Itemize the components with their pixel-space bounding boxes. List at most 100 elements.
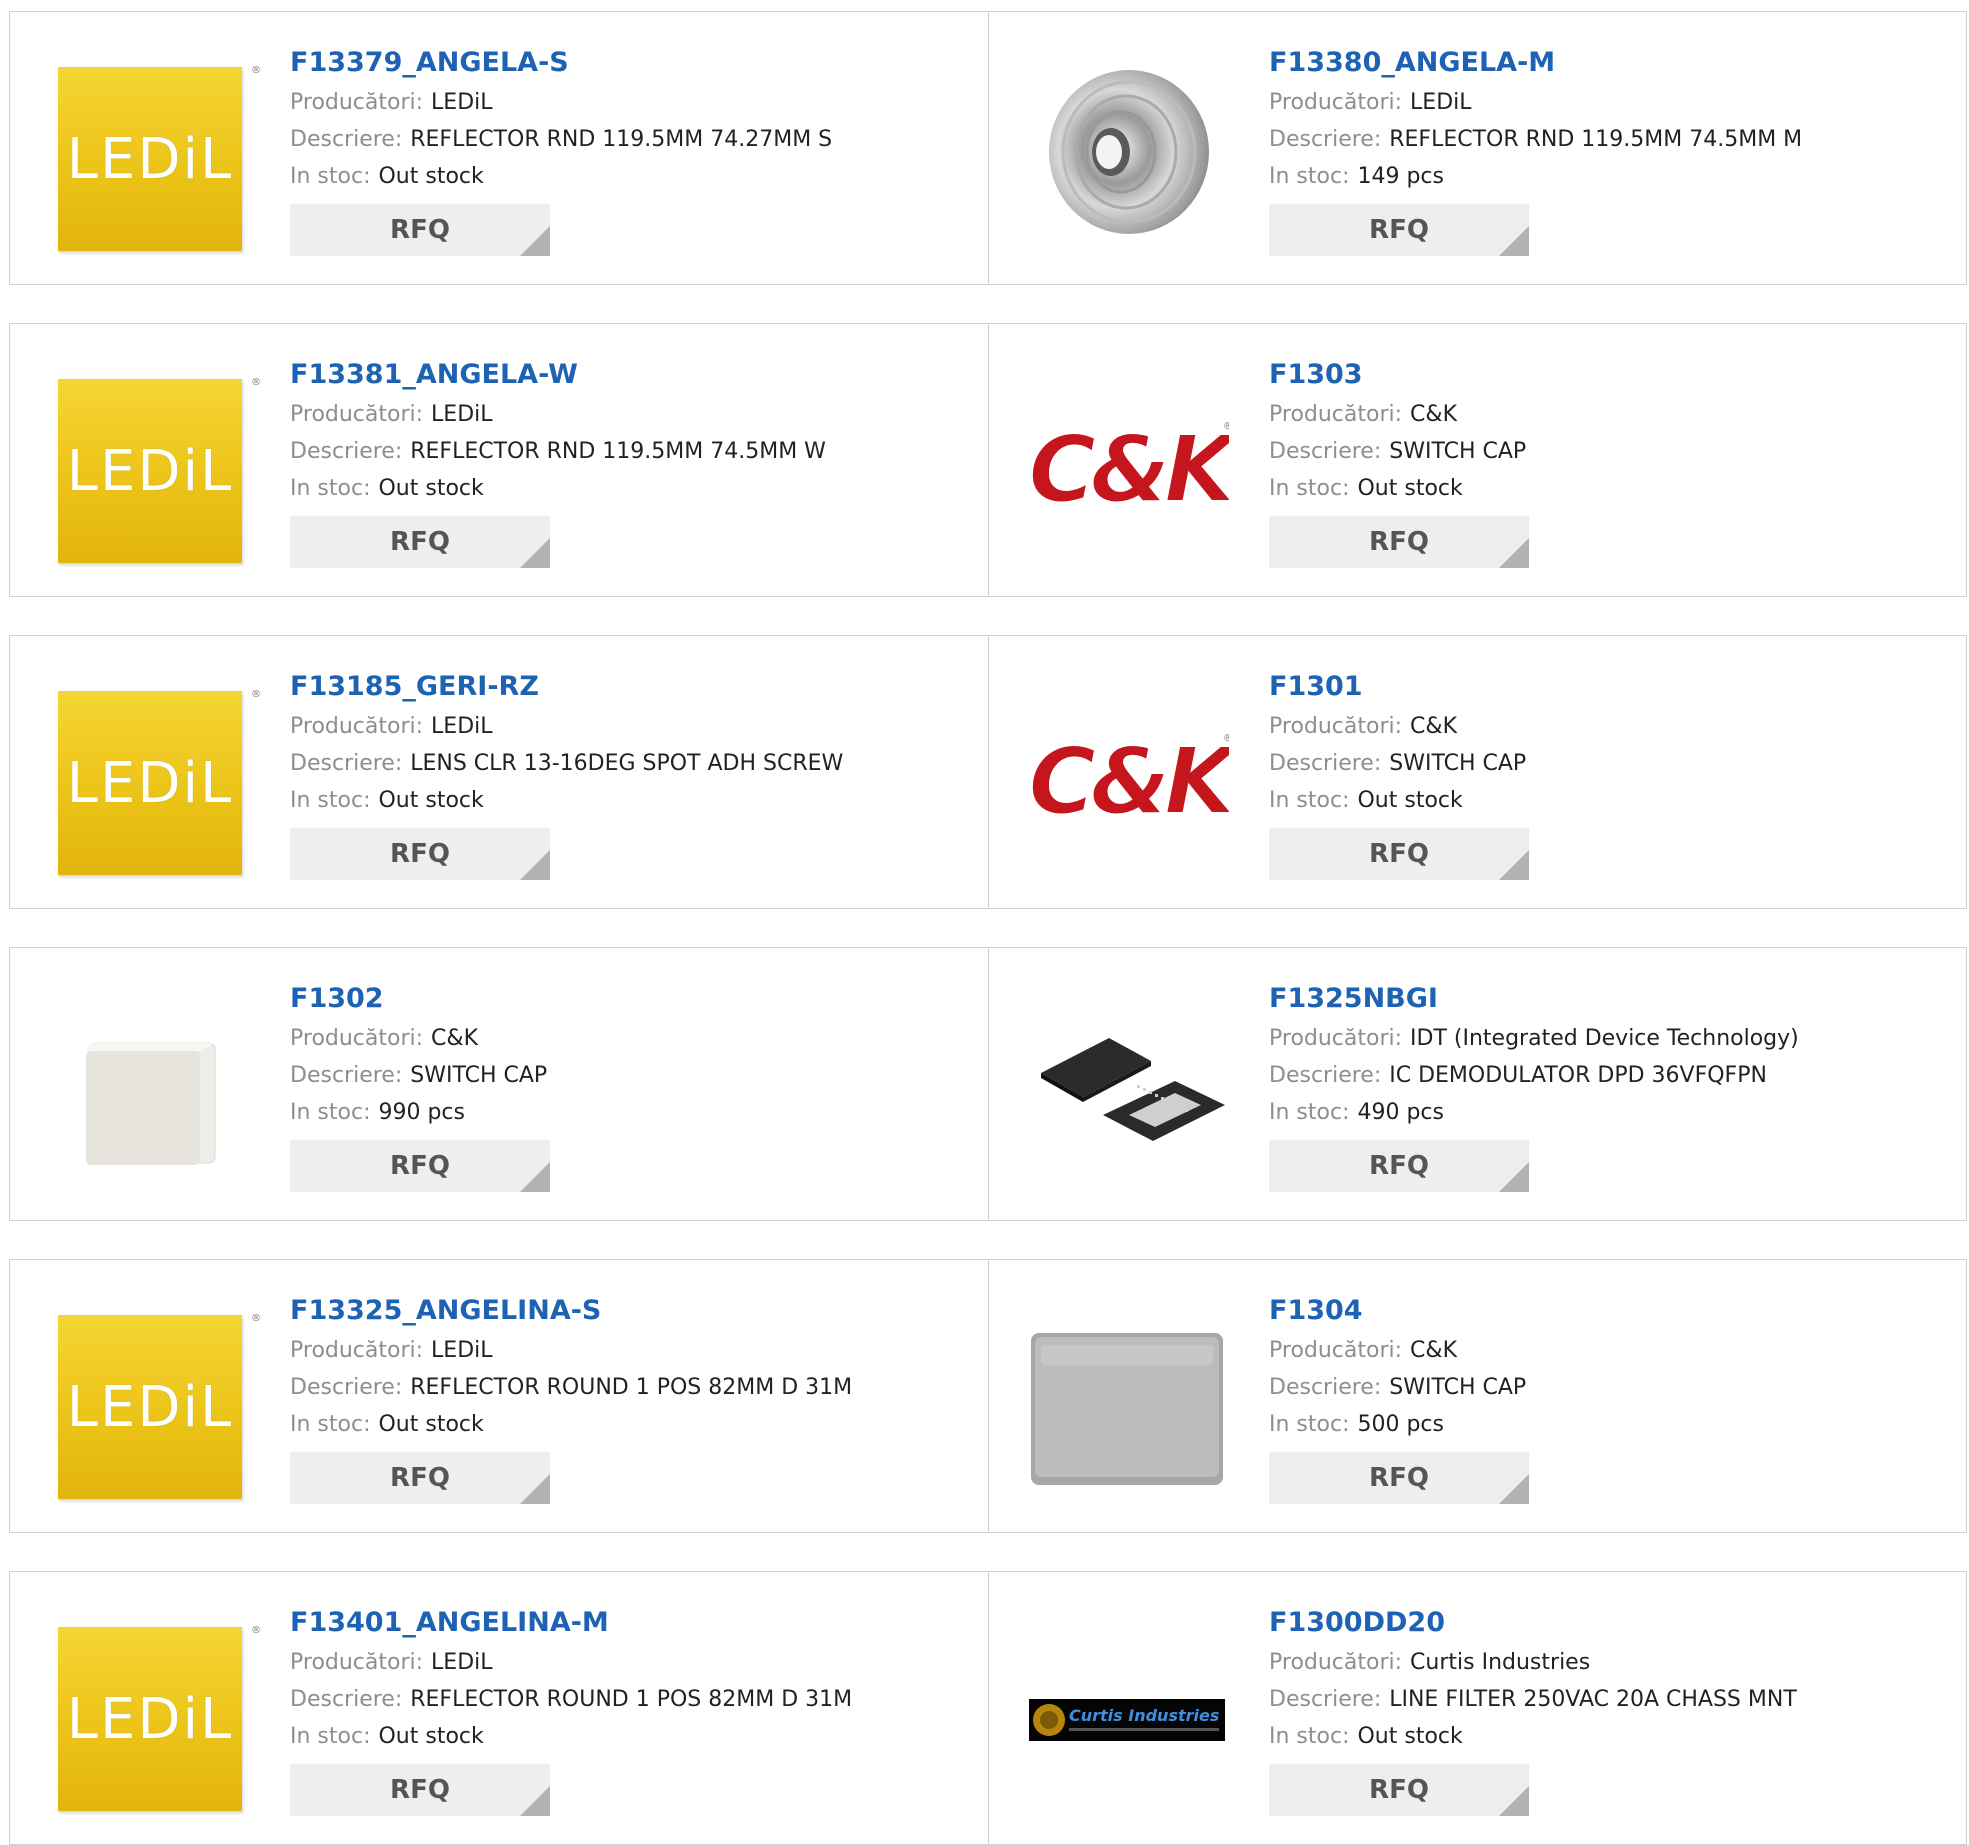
- rfq-button[interactable]: RFQ: [290, 1764, 550, 1816]
- rfq-button[interactable]: RFQ: [290, 828, 550, 880]
- manufacturer-label: Producători:: [290, 402, 424, 427]
- product-row: LEDiL ® F13185_GERI-RZ Producători: LEDiL …: [9, 635, 1967, 909]
- stock-line: In stoc: Out stock: [290, 782, 978, 819]
- manufacturer-line: Producători: LEDiL: [290, 84, 978, 121]
- rfq-button-label: RFQ: [1369, 1463, 1429, 1493]
- ledil-logo[interactable]: LEDiL ®: [50, 57, 261, 251]
- manufacturer-label: Producători:: [290, 1026, 424, 1051]
- part-number-link[interactable]: F13325_ANGELINA-S: [290, 1292, 978, 1332]
- stock-label: In stoc:: [290, 1412, 371, 1437]
- qfn-chip-photo[interactable]: [1029, 993, 1229, 1183]
- rfq-button[interactable]: RFQ: [1269, 1764, 1529, 1816]
- product-card: F13380_ANGELA-M Producători: LEDiL Descri…: [988, 12, 1966, 284]
- description-value: REFLECTOR RND 119.5MM 74.5MM M: [1389, 127, 1803, 152]
- rfq-button[interactable]: RFQ: [1269, 1452, 1529, 1504]
- part-number-link[interactable]: F13380_ANGELA-M: [1269, 44, 1956, 84]
- corner-triangle-icon: [1499, 1786, 1529, 1816]
- rfq-button-label: RFQ: [390, 215, 450, 245]
- rfq-button-label: RFQ: [390, 1775, 450, 1805]
- product-info: F13185_GERI-RZ Producători: LEDiL Descrie…: [290, 668, 978, 884]
- manufacturer-value: LEDiL: [431, 402, 493, 427]
- reflector-photo[interactable]: [1029, 57, 1229, 247]
- product-info: F13325_ANGELINA-S Producători: LEDiL Desc…: [290, 1292, 978, 1508]
- product-card: F1304 Producători: C&K Descriere: SWITCH C…: [988, 1260, 1966, 1532]
- rfq-button[interactable]: RFQ: [290, 1452, 550, 1504]
- description-value: REFLECTOR RND 119.5MM 74.27MM S: [410, 127, 833, 152]
- ledil-logo[interactable]: LEDiL ®: [50, 681, 261, 875]
- stock-value: Out stock: [378, 164, 484, 189]
- part-number-link[interactable]: F13185_GERI-RZ: [290, 668, 978, 708]
- ck-logo[interactable]: C&K ®: [1029, 681, 1229, 871]
- stock-label: In stoc:: [1269, 1724, 1350, 1749]
- rfq-button[interactable]: RFQ: [1269, 1140, 1529, 1192]
- white-cap-photo[interactable]: [50, 993, 250, 1183]
- curtis-logo[interactable]: Curtis Industries: [1029, 1617, 1229, 1807]
- description-line: Descriere: REFLECTOR RND 119.5MM 74.5MM W: [290, 433, 978, 470]
- description-line: Descriere: SWITCH CAP: [1269, 745, 1956, 782]
- manufacturer-line: Producători: LEDiL: [290, 708, 978, 745]
- manufacturer-value: Curtis Industries: [1410, 1650, 1591, 1675]
- stock-value: Out stock: [378, 1412, 484, 1437]
- description-value: REFLECTOR RND 119.5MM 74.5MM W: [410, 439, 826, 464]
- corner-triangle-icon: [1499, 1474, 1529, 1504]
- part-number-link[interactable]: F13379_ANGELA-S: [290, 44, 978, 84]
- rfq-button[interactable]: RFQ: [1269, 516, 1529, 568]
- corner-triangle-icon: [520, 1162, 550, 1192]
- grey-cap-photo[interactable]: [1029, 1305, 1229, 1495]
- rfq-button-label: RFQ: [1369, 839, 1429, 869]
- product-card: C&K ® F1301 Producători: C&K Descriere: SWI…: [988, 636, 1966, 908]
- description-line: Descriere: REFLECTOR ROUND 1 POS 82MM D 3…: [290, 1369, 978, 1406]
- part-number-link[interactable]: F1300DD20: [1269, 1604, 1956, 1644]
- stock-line: In stoc: Out stock: [1269, 1718, 1956, 1755]
- part-number-link[interactable]: F13401_ANGELINA-M: [290, 1604, 978, 1644]
- stock-label: In stoc:: [1269, 1100, 1350, 1125]
- part-number-link[interactable]: F13381_ANGELA-W: [290, 356, 978, 396]
- white-cap-picture: [86, 1042, 216, 1165]
- part-number-link[interactable]: F1304: [1269, 1292, 1956, 1332]
- manufacturer-label: Producători:: [1269, 1026, 1403, 1051]
- manufacturer-value: LEDiL: [431, 90, 493, 115]
- ck-logo[interactable]: C&K ®: [1029, 369, 1229, 559]
- ledil-logo[interactable]: LEDiL ®: [50, 1617, 261, 1811]
- part-number-link[interactable]: F1301: [1269, 668, 1956, 708]
- ledil-logo-tile: LEDiL: [58, 379, 242, 563]
- registered-mark-icon: ®: [251, 65, 261, 76]
- description-line: Descriere: IC DEMODULATOR DPD 36VFQFPN: [1269, 1057, 1956, 1094]
- description-line: Descriere: LENS CLR 13-16DEG SPOT ADH SCR…: [290, 745, 978, 782]
- part-number-link[interactable]: F1302: [290, 980, 978, 1020]
- ck-logo-svg: C&K®: [1029, 727, 1229, 831]
- description-label: Descriere:: [290, 1375, 403, 1400]
- rfq-button[interactable]: RFQ: [290, 204, 550, 256]
- rfq-button[interactable]: RFQ: [1269, 828, 1529, 880]
- rfq-button[interactable]: RFQ: [290, 516, 550, 568]
- part-number-link[interactable]: F1325NBGI: [1269, 980, 1956, 1020]
- manufacturer-label: Producători:: [290, 90, 424, 115]
- description-line: Descriere: SWITCH CAP: [290, 1057, 978, 1094]
- product-grid: LEDiL ® F13379_ANGELA-S Producători: LEDiL…: [9, 11, 1967, 1845]
- stock-label: In stoc:: [290, 1100, 371, 1125]
- rfq-button-label: RFQ: [390, 1151, 450, 1181]
- ledil-logo[interactable]: LEDiL ®: [50, 1305, 261, 1499]
- stock-value: Out stock: [1357, 476, 1463, 501]
- stock-label: In stoc:: [290, 476, 371, 501]
- manufacturer-label: Producători:: [290, 714, 424, 739]
- svg-text:®: ®: [1223, 421, 1229, 432]
- description-value: LINE FILTER 250VAC 20A CHASS MNT: [1389, 1687, 1797, 1712]
- part-number-link[interactable]: F1303: [1269, 356, 1956, 396]
- stock-value: Out stock: [1357, 1724, 1463, 1749]
- rfq-button[interactable]: RFQ: [1269, 204, 1529, 256]
- reflector-picture: [1049, 70, 1209, 234]
- manufacturer-line: Producători: LEDiL: [290, 1332, 978, 1369]
- stock-line: In stoc: 500 pcs: [1269, 1406, 1956, 1443]
- stock-line: In stoc: Out stock: [1269, 782, 1956, 819]
- rfq-button[interactable]: RFQ: [290, 1140, 550, 1192]
- rfq-button-label: RFQ: [390, 839, 450, 869]
- corner-triangle-icon: [1499, 538, 1529, 568]
- stock-label: In stoc:: [1269, 788, 1350, 813]
- description-value: REFLECTOR ROUND 1 POS 82MM D 31M: [410, 1687, 853, 1712]
- product-info: F13381_ANGELA-W Producători: LEDiL Descri…: [290, 356, 978, 572]
- ledil-logo[interactable]: LEDiL ®: [50, 369, 261, 563]
- description-label: Descriere:: [1269, 751, 1382, 776]
- manufacturer-line: Producători: Curtis Industries: [1269, 1644, 1956, 1681]
- description-label: Descriere:: [1269, 1063, 1382, 1088]
